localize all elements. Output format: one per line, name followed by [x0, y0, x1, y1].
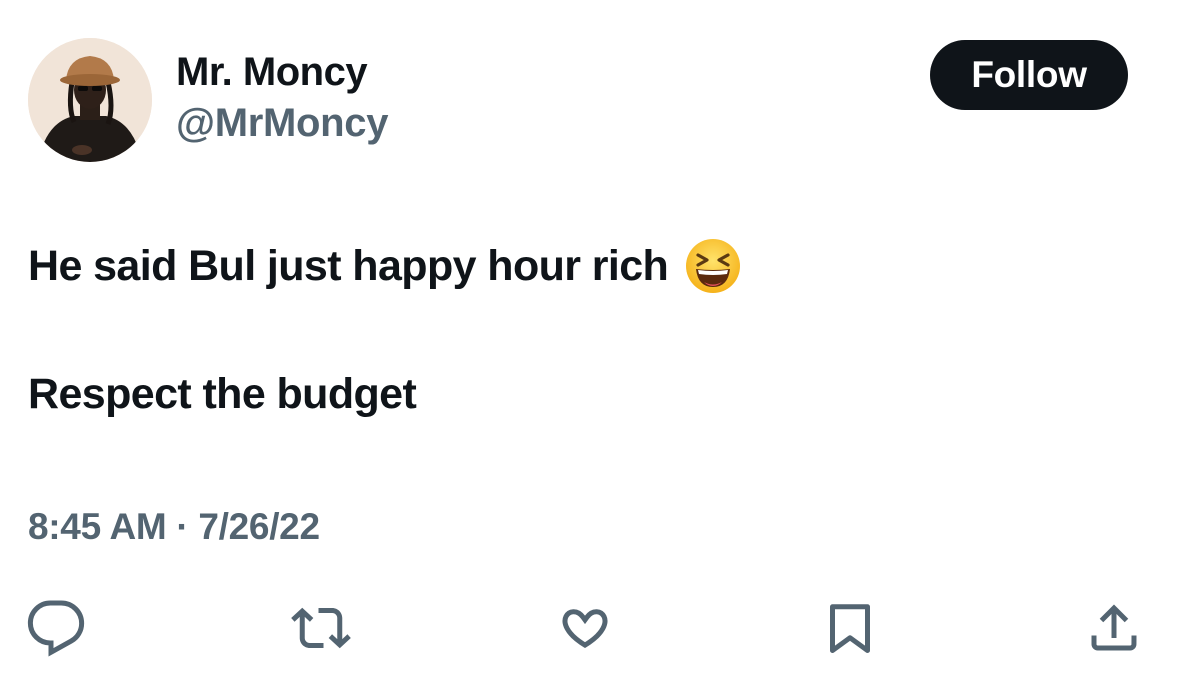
tweet-timestamp[interactable]: 8:45 AM · 7/26/22 [28, 506, 320, 548]
tweet-text: He said Bul just happy hour rich [28, 241, 669, 290]
retweet-icon [291, 607, 351, 649]
bookmark-icon [830, 604, 870, 653]
reply-button[interactable] [24, 596, 88, 660]
like-button[interactable] [553, 596, 617, 660]
avatar[interactable] [28, 38, 152, 162]
bookmark-button[interactable] [818, 596, 882, 660]
action-bar [0, 596, 1179, 660]
display-name[interactable]: Mr. Moncy [176, 50, 368, 95]
avatar-image [28, 38, 152, 162]
grinning-squinting-face-icon [684, 237, 742, 295]
heart-icon [562, 609, 608, 649]
follow-button[interactable]: Follow [930, 40, 1128, 110]
retweet-button[interactable] [289, 596, 353, 660]
speech-bubble-icon [27, 600, 85, 657]
tweet-text-line-2: Respect the budget [28, 370, 417, 418]
share-icon [1091, 604, 1137, 651]
user-handle[interactable]: @MrMoncy [176, 101, 388, 146]
share-button[interactable] [1082, 596, 1146, 660]
tweet-text-line-1: He said Bul just happy hour rich [28, 237, 742, 295]
